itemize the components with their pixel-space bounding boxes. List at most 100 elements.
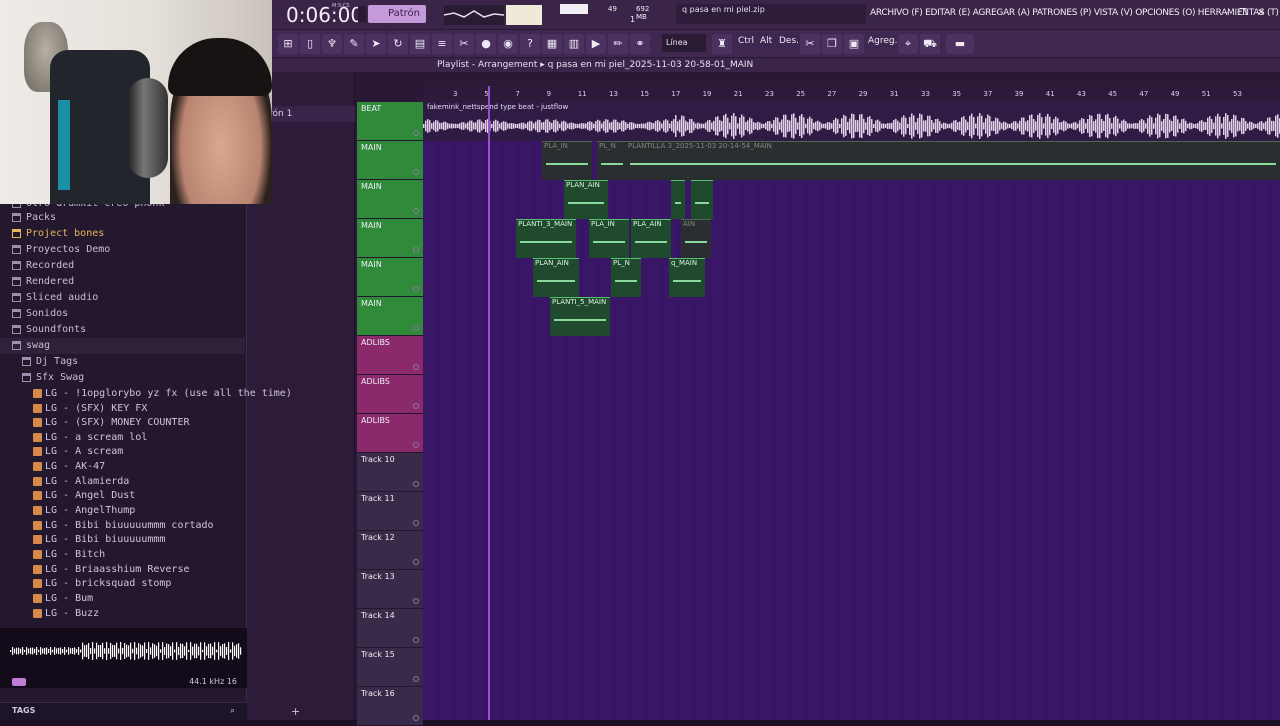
browser-folder-item[interactable]: Packs	[0, 210, 245, 226]
playhead[interactable]	[488, 86, 490, 720]
browser-file-item[interactable]: LG - AngelThump	[0, 503, 245, 519]
alt-button[interactable]: Alt	[760, 36, 772, 46]
pattern-clip[interactable]: PL_N	[597, 141, 627, 180]
pattern-clip[interactable]	[691, 180, 713, 219]
pencil-icon[interactable]: ✏	[608, 34, 628, 54]
cut-clip-icon[interactable]: ✂	[800, 34, 820, 54]
add-button[interactable]: Agreg.	[868, 36, 897, 46]
browser-file-item[interactable]: LG - !1opglorybo yz fx (use all the time…	[0, 386, 292, 402]
track-header[interactable]: MAIN	[357, 297, 423, 336]
track-mute-icon[interactable]	[413, 364, 419, 370]
snap-selector[interactable]: Línea	[662, 34, 706, 52]
browser-folder-item[interactable]: swag	[0, 338, 245, 354]
pattern-clip[interactable]: PLANTI_3_MAIN	[516, 219, 576, 258]
browser-folder-item[interactable]: Soundfonts	[0, 322, 245, 338]
track-mute-icon[interactable]	[413, 247, 419, 253]
copy-icon[interactable]: ❐	[822, 34, 842, 54]
track-header[interactable]: MAIN	[357, 141, 423, 180]
track-mute-icon[interactable]	[413, 715, 419, 721]
track-header[interactable]: Track 12	[357, 531, 423, 570]
pattern-selector[interactable]: Patrón 1	[368, 5, 426, 37]
browser-file-item[interactable]: LG - Bitch	[0, 547, 245, 563]
paste-icon[interactable]: ▣	[844, 34, 864, 54]
main-menu[interactable]: ARCHIVO (F) EDITAR (E) AGREGAR (A) PATRO…	[870, 8, 1280, 18]
track-header[interactable]: MAIN	[357, 180, 423, 219]
playlist-icon[interactable]: ▶	[586, 34, 606, 54]
track-mute-icon[interactable]	[413, 520, 419, 526]
track-header[interactable]: Track 16	[357, 687, 423, 726]
browser-file-item[interactable]: LG - Bum	[0, 591, 245, 607]
track-header[interactable]: Track 11	[357, 492, 423, 531]
track-mute-icon[interactable]	[413, 403, 419, 409]
pattern-clip[interactable]: PLA_IN	[589, 219, 629, 258]
playlist-title[interactable]: Playlist - Arrangement ▸ q pasa en mi pi…	[437, 58, 753, 72]
stamp-icon[interactable]: ♜	[712, 34, 732, 54]
pattern-clip[interactable]: PLA_IN	[542, 141, 592, 180]
beat-audio-clip[interactable]: fakemink_nettspend type beat - justflow	[423, 102, 1280, 141]
plug-icon[interactable]: ♆	[322, 34, 342, 54]
track-header[interactable]: Track 15	[357, 648, 423, 687]
help-icon[interactable]: ?	[520, 34, 540, 54]
piano-icon[interactable]: ▥	[564, 34, 584, 54]
browser-folder-item[interactable]: Project bones	[0, 226, 245, 242]
browser-folder-item[interactable]: Rendered	[0, 274, 245, 290]
track-header[interactable]: BEAT	[357, 102, 423, 141]
tags-search-icon[interactable]: ⌕	[230, 706, 235, 716]
track-mute-icon[interactable]	[413, 130, 419, 136]
pattern-clip[interactable]: PL_N	[611, 258, 641, 297]
track-header[interactable]: ADLIBS	[357, 375, 423, 414]
browser-file-item[interactable]: LG - Angel Dust	[0, 488, 245, 504]
track-mute-icon[interactable]	[413, 325, 419, 331]
browser-file-item[interactable]: LG - AK-47	[0, 459, 245, 475]
master-volume-display[interactable]	[506, 5, 542, 25]
track-header[interactable]: Track 13	[357, 570, 423, 609]
track-mute-icon[interactable]	[413, 208, 419, 214]
cut-icon[interactable]: ✂	[454, 34, 474, 54]
track-mute-icon[interactable]	[413, 559, 419, 565]
arrangement-grid[interactable]: fakemink_nettspend type beat - justflow …	[423, 102, 1280, 720]
timeline-overview[interactable]	[423, 72, 1280, 86]
wand-icon[interactable]: ✎	[344, 34, 364, 54]
tree-view-icon[interactable]: ⊞	[278, 34, 298, 54]
browser-folder-item[interactable]: Dj Tags	[0, 354, 245, 370]
ctrl-button[interactable]: Ctrl	[738, 36, 754, 46]
browser-file-item[interactable]: LG - (SFX) MONEY COUNTER	[0, 415, 245, 431]
track-header[interactable]: Track 10	[357, 453, 423, 492]
preview-play-icon[interactable]	[12, 678, 26, 686]
browser-file-item[interactable]: LG - Buzz	[0, 606, 245, 622]
track-mute-icon[interactable]	[413, 676, 419, 682]
song-time[interactable]: 0:06:00	[286, 3, 363, 27]
track-mute-icon[interactable]	[413, 169, 419, 175]
cart-icon[interactable]: ⛟	[920, 34, 940, 54]
browser-folder-item[interactable]: Proyectos Demo	[0, 242, 245, 258]
pattern-clip[interactable]: PLA_AIN	[631, 219, 671, 258]
chat-icon[interactable]: ◉	[498, 34, 518, 54]
pattern-clip[interactable]: q_MAIN	[669, 258, 705, 297]
browser-folder-item[interactable]: Sfx Swag	[0, 370, 245, 386]
arrow-icon[interactable]: ➤	[366, 34, 386, 54]
minimize-icon[interactable]: –	[1222, 8, 1232, 18]
refresh-icon[interactable]: ↻	[388, 34, 408, 54]
browser-folder-item[interactable]: Sliced audio	[0, 290, 245, 306]
track-mute-icon[interactable]	[413, 442, 419, 448]
track-mute-icon[interactable]	[413, 598, 419, 604]
pattern-clip[interactable]: PLANTI_5_MAIN	[550, 297, 610, 336]
pattern-clip[interactable]: PLAN_AIN	[564, 180, 608, 219]
close-icon[interactable]: ✕	[1256, 8, 1266, 18]
restore-icon[interactable]: ❐	[1238, 8, 1248, 18]
mixer-icon[interactable]: ≡	[432, 34, 452, 54]
pattern-clip[interactable]: AIN	[681, 219, 711, 258]
color-icon[interactable]: ▬	[946, 34, 974, 54]
track-header[interactable]: MAIN	[357, 258, 423, 297]
browser-file-item[interactable]: LG - A scream	[0, 444, 245, 460]
undo-button[interactable]: Des.	[779, 36, 799, 46]
pattern-clip[interactable]	[671, 180, 685, 219]
browser-folder-item[interactable]: Sonidos	[0, 306, 245, 322]
timeline-ruler[interactable]: 3 5 7 9 11 13 15 17 19 21 23 25 27 29 31 33 35 37 39 41 43 45…	[423, 86, 1280, 102]
track-mute-icon[interactable]	[413, 481, 419, 487]
track-header[interactable]: ADLIBS	[357, 336, 423, 375]
browser-icon[interactable]: ▦	[542, 34, 562, 54]
add-pattern-icon[interactable]: +	[291, 705, 300, 718]
pattern-clip[interactable]: PLAN_AIN	[533, 258, 579, 297]
mic-icon[interactable]: ●	[476, 34, 496, 54]
